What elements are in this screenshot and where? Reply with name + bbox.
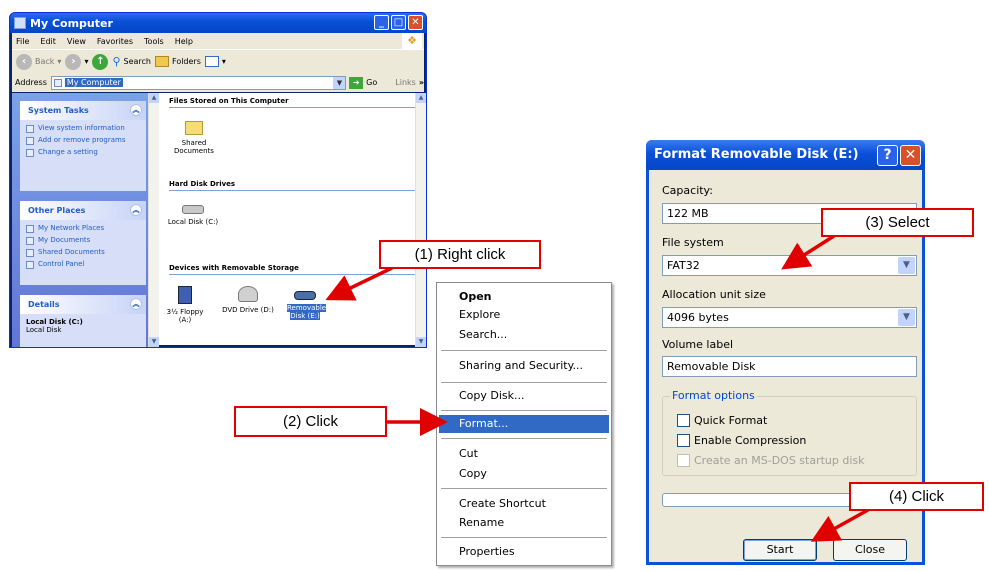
callout-step3: (3) Select: [821, 208, 974, 237]
arrow-step1: [325, 266, 393, 301]
callout-step4: (4) Click: [849, 482, 984, 511]
arrow-step4: [810, 508, 869, 542]
callout-step2: (2) Click: [234, 406, 387, 437]
arrow-step3: [781, 234, 835, 270]
callout-step1: (1) Right click: [379, 240, 541, 269]
instruction-arrows: [325, 234, 869, 542]
